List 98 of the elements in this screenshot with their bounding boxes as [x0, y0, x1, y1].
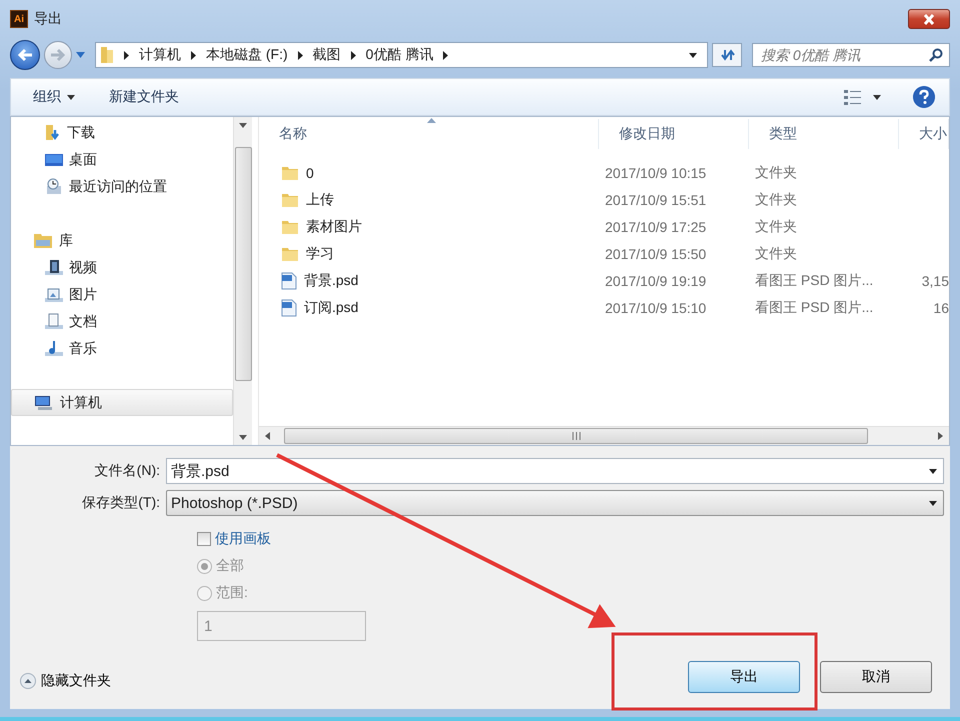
- folder-icon: [100, 46, 114, 64]
- file-type: 文件夹: [754, 190, 798, 208]
- grip-icon: [572, 432, 580, 440]
- column-header[interactable]: 名称: [259, 119, 599, 149]
- file-name[interactable]: 0: [259, 164, 599, 180]
- back-button[interactable]: [10, 40, 40, 70]
- modified-date: 2017/10/9 15:10: [604, 300, 708, 316]
- checkbox-label[interactable]: 使用画板: [215, 530, 271, 548]
- chevron-right-icon: [350, 50, 356, 60]
- breadcrumb-item[interactable]: 0优酷 腾讯: [366, 46, 434, 64]
- breadcrumb-item[interactable]: 计算机: [139, 46, 181, 64]
- nav-item[interactable]: 图片: [11, 281, 233, 308]
- modified-date: 2017/10/9 19:19: [604, 272, 708, 288]
- refresh-button[interactable]: [712, 43, 742, 67]
- file-type: 文件夹: [754, 218, 798, 236]
- save-type-label: 保存类型(T):: [81, 494, 161, 512]
- folder-icon: [281, 192, 299, 208]
- nav-item[interactable]: 视频: [11, 254, 233, 281]
- scroll-up-arrow-icon: [239, 122, 247, 128]
- file-name-field[interactable]: 背景.psd: [166, 458, 944, 484]
- help-icon[interactable]: [913, 86, 935, 108]
- nav-item[interactable]: 库: [11, 227, 233, 254]
- scroll-down-arrow-icon: [239, 434, 247, 440]
- file-name[interactable]: 学习: [259, 244, 599, 262]
- column-header[interactable]: 类型: [749, 119, 899, 149]
- checkbox[interactable]: [197, 532, 211, 546]
- search-icon: [929, 48, 943, 62]
- chevron-right-icon: [298, 50, 303, 60]
- column-header[interactable]: 大小: [899, 119, 949, 149]
- file-type: 看图王 PSD 图片...: [754, 298, 874, 316]
- list-view-icon: [844, 90, 861, 104]
- document-library-icon: [45, 313, 63, 330]
- recent-places-icon: [45, 178, 63, 195]
- chevron-right-icon: [443, 50, 448, 60]
- save-type-dropdown[interactable]: Photoshop (*.PSD): [166, 490, 944, 516]
- nav-item[interactable]: 最近访问的位置: [11, 173, 233, 200]
- nav-item[interactable]: 计算机: [11, 389, 233, 416]
- file-type: 文件夹: [754, 164, 798, 182]
- folder-icon: [281, 246, 299, 262]
- file-icon: [281, 272, 297, 290]
- nav-item[interactable]: 文档: [11, 308, 233, 335]
- modified-date: 2017/10/9 10:15: [604, 164, 708, 180]
- nav-item[interactable]: 下载: [11, 119, 233, 146]
- dropdown-arrow-icon: [929, 468, 937, 474]
- close-button[interactable]: [908, 9, 950, 29]
- collapse-up-icon: [20, 673, 36, 689]
- modified-date: 2017/10/9 15:50: [604, 246, 708, 262]
- history-dropdown-icon[interactable]: [76, 52, 85, 58]
- picture-library-icon: [45, 286, 63, 303]
- nav-item[interactable]: 音乐: [11, 335, 233, 362]
- computer-icon: [34, 394, 54, 410]
- file-type: 看图王 PSD 图片...: [754, 272, 874, 290]
- file-size: 16: [932, 300, 949, 316]
- scroll-right-arrow-icon: [938, 432, 943, 440]
- modified-date: 2017/10/9 15:51: [604, 192, 708, 208]
- folder-icon: [281, 164, 299, 180]
- dropdown-arrow-icon: [67, 94, 75, 100]
- file-name[interactable]: 上传: [259, 190, 599, 208]
- library-icon: [33, 232, 53, 249]
- app-icon: Ai: [10, 10, 28, 28]
- sort-ascending-icon: [427, 118, 436, 123]
- column-header[interactable]: 修改日期: [599, 119, 749, 149]
- address-bar[interactable]: 计算机 本地磁盘 (F:) 截图 0优酷 腾讯: [95, 42, 708, 68]
- file-name[interactable]: 素材图片: [259, 218, 599, 236]
- vertical-scrollbar[interactable]: [233, 117, 252, 445]
- chevron-right-icon: [191, 50, 196, 60]
- download-folder-icon: [45, 124, 61, 141]
- music-library-icon: [45, 340, 63, 357]
- horizontal-scrollbar[interactable]: [259, 426, 949, 445]
- video-library-icon: [45, 259, 63, 276]
- breadcrumb-item[interactable]: 本地磁盘 (F:): [206, 46, 288, 64]
- modified-date: 2017/10/9 17:25: [604, 218, 708, 234]
- file-name[interactable]: 订阅.psd: [259, 298, 599, 316]
- arrow-right-icon: [50, 48, 66, 62]
- scroll-left-arrow-icon: [265, 432, 270, 440]
- chevron-right-icon: [124, 50, 129, 60]
- breadcrumb-item[interactable]: 截图: [312, 46, 341, 64]
- view-menu-button[interactable]: [842, 88, 883, 106]
- dropdown-arrow-icon: [873, 94, 881, 100]
- folder-icon: [281, 218, 299, 234]
- arrow-left-icon: [17, 48, 33, 62]
- file-size: 3,15: [920, 272, 949, 288]
- file-name-label: 文件名(N):: [94, 462, 161, 480]
- hide-folders-button[interactable]: 隐藏文件夹: [20, 672, 111, 690]
- search-field[interactable]: 搜索 0优酷 腾讯: [752, 43, 950, 67]
- dialog-button[interactable]: 取消: [820, 661, 932, 693]
- window-title: 导出: [34, 10, 62, 28]
- dropdown-arrow-icon: [929, 500, 937, 506]
- nav-item[interactable]: 桌面: [11, 146, 233, 173]
- file-type: 文件夹: [754, 244, 798, 262]
- file-name[interactable]: 背景.psd: [259, 272, 599, 290]
- file-icon: [281, 298, 297, 316]
- dropdown-arrow-icon: [689, 52, 697, 58]
- desktop-icon: [45, 152, 63, 166]
- organize-menu[interactable]: 组织: [31, 86, 77, 108]
- dialog-button[interactable]: 导出: [688, 661, 800, 693]
- close-icon: [923, 14, 935, 24]
- new-folder-button[interactable]: 新建文件夹: [107, 86, 181, 108]
